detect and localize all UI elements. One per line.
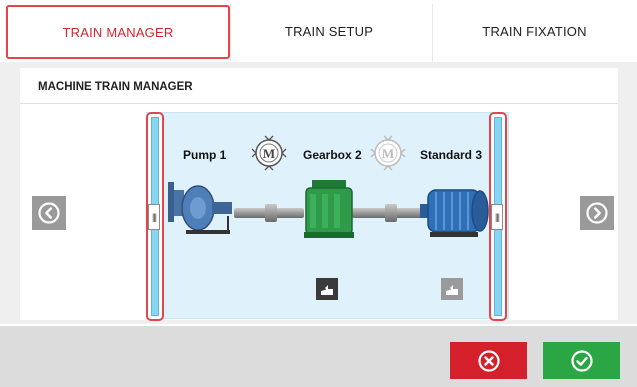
tab-train-manager[interactable]: TRAIN MANAGER — [6, 5, 230, 59]
chevron-left-icon — [38, 202, 60, 224]
close-circle-icon — [477, 349, 500, 372]
bottom-action-bar — [0, 326, 637, 387]
tab-train-fixation[interactable]: TRAIN FIXATION — [432, 0, 637, 62]
motor-icon[interactable] — [418, 184, 490, 240]
svg-text:M: M — [263, 146, 275, 161]
next-button[interactable] — [580, 196, 614, 230]
previous-button[interactable] — [32, 196, 66, 230]
machine-label-gearbox: Gearbox 2 — [303, 148, 362, 162]
coupling-hub — [265, 204, 277, 222]
tab-train-setup[interactable]: TRAIN SETUP — [226, 0, 432, 62]
gearbox-icon[interactable] — [302, 178, 356, 242]
chevron-right-icon — [586, 202, 608, 224]
machine-action-icon — [446, 285, 458, 295]
machine-label-standard: Standard 3 — [420, 148, 483, 162]
machine-action-icon — [321, 285, 333, 295]
confirm-button[interactable] — [543, 342, 620, 379]
machine-action-icon[interactable] — [441, 278, 463, 300]
svg-text:M: M — [382, 146, 394, 161]
cancel-button[interactable] — [450, 342, 527, 379]
slider-handle[interactable]: ||| — [148, 204, 160, 230]
machine-action-icon[interactable] — [316, 278, 338, 300]
right-train-slider[interactable]: ||| — [489, 112, 507, 321]
coupling-hub — [385, 204, 397, 222]
slider-handle[interactable]: ||| — [491, 204, 503, 230]
panel-title: MACHINE TRAIN MANAGER — [20, 70, 618, 104]
machine-label-pump: Pump 1 — [183, 148, 227, 162]
coupling-m-icon[interactable]: M — [251, 135, 287, 171]
coupling-m-icon[interactable]: M — [370, 135, 406, 171]
pump-icon[interactable] — [166, 176, 240, 242]
left-train-slider[interactable]: ||| — [146, 112, 164, 321]
tab-bar: TRAIN MANAGER TRAIN SETUP TRAIN FIXATION — [0, 0, 637, 62]
check-circle-icon — [570, 349, 593, 372]
